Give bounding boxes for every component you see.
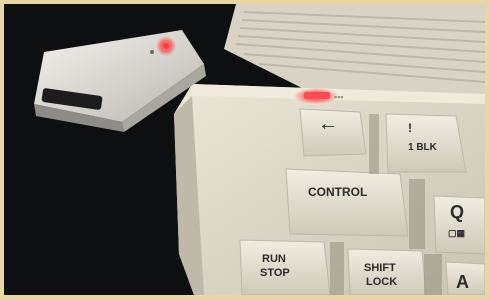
svg-text:LOCK: LOCK [366,276,397,288]
svg-text:CONTROL: CONTROL [308,185,367,199]
svg-text:SHIFT: SHIFT [364,262,396,274]
svg-text:▪▪▪: ▪▪▪ [334,92,344,102]
svg-text:STOP: STOP [260,267,290,279]
dongle-button [150,50,154,54]
svg-text:1 BLK: 1 BLK [408,142,438,153]
key-shift-lock: SHIFT LOCK [347,248,427,295]
scene: ▪▪▪ ← ! 1 BLK CONTROL Q ▢▦ RUN STOP SHIF… [4,4,485,295]
key-1-blk: ! 1 BLK [385,113,467,173]
key-q: Q ▢▦ [433,195,485,255]
svg-text:▢▦: ▢▦ [448,228,465,238]
dongle-led [163,43,169,49]
photo-frame: ▪▪▪ ← ! 1 BLK CONTROL Q ▢▦ RUN STOP SHIF… [0,0,489,299]
key-arrow-left: ← [299,108,367,157]
key-control: CONTROL [285,168,409,237]
svg-text:←: ← [318,113,338,135]
key-a: A [445,261,485,295]
svg-text:A: A [456,272,469,292]
key-run-stop: RUN STOP [239,239,331,295]
svg-text:Q: Q [450,202,464,222]
svg-text:!: ! [408,121,412,135]
svg-text:RUN: RUN [262,253,286,265]
